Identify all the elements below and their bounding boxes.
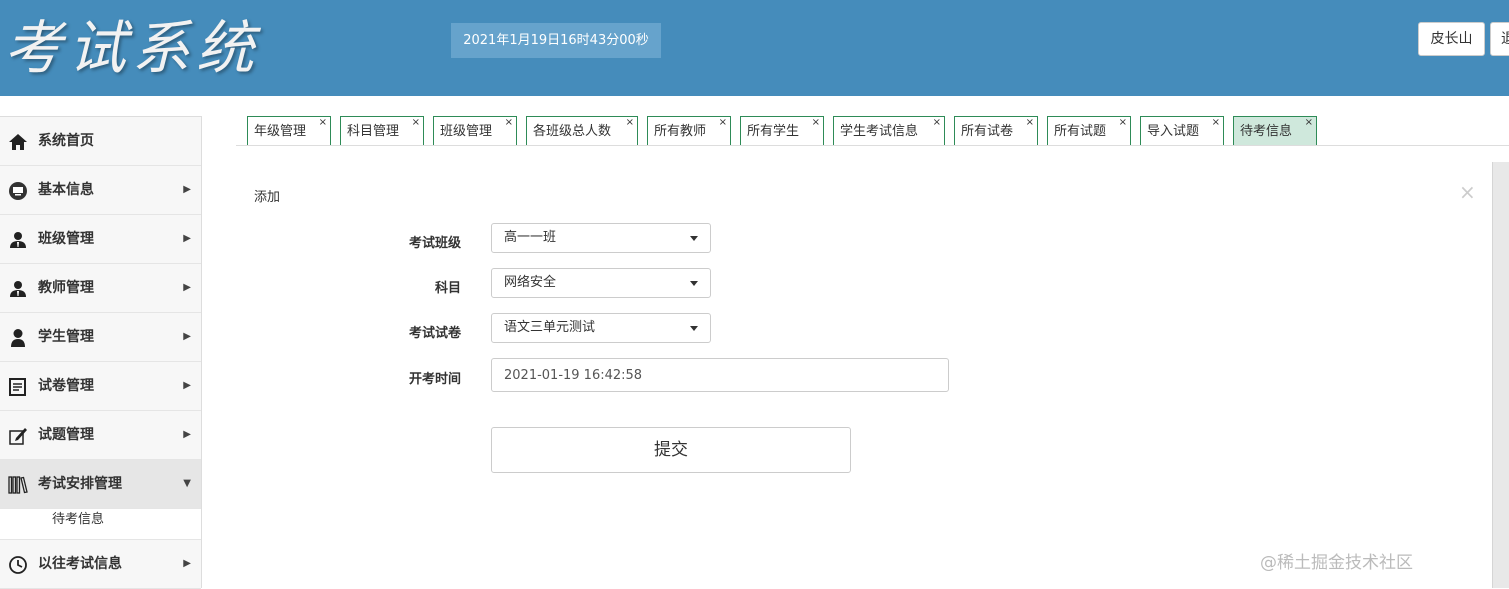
caret-down-icon [690, 281, 698, 286]
sidebar-item-basic-info[interactable]: 基本信息 ▶ [0, 166, 201, 215]
app-logo: 考试系统 [4, 14, 261, 82]
logout-button[interactable]: 退 [1490, 22, 1509, 56]
chevron-right-icon: ▶ [183, 233, 191, 244]
close-icon[interactable]: × [1305, 108, 1313, 138]
sidebar-item-label: 学生管理 [38, 329, 94, 345]
close-icon[interactable]: × [1459, 180, 1476, 204]
tab-label: 科目管理 [347, 124, 400, 139]
subject-label: 科目 [434, 281, 461, 296]
tab-label: 所有学生 [747, 124, 800, 139]
tab-all-students[interactable]: 所有学生 × [740, 116, 824, 146]
tab-label: 所有试题 [1054, 124, 1107, 139]
sidebar-item-label: 班级管理 [38, 231, 94, 247]
panel-title: 添加 [254, 190, 281, 205]
chevron-right-icon: ▶ [183, 380, 191, 391]
tab-import-questions[interactable]: 导入试题 × [1140, 116, 1224, 146]
close-icon[interactable]: × [1212, 108, 1220, 138]
exam-paper-value: 语文三单元测试 [504, 320, 596, 335]
subject-select[interactable]: 网络安全 [491, 268, 711, 298]
caret-down-icon [690, 326, 698, 331]
tab-all-papers[interactable]: 所有试卷 × [954, 116, 1038, 146]
tab-label: 所有试卷 [961, 124, 1014, 139]
chevron-down-icon: ▼ [183, 478, 191, 489]
chevron-right-icon: ▶ [183, 184, 191, 195]
tab-subject-management[interactable]: 科目管理 × [340, 116, 424, 146]
sidebar-item-label: 考试安排管理 [38, 476, 122, 492]
sidebar-item-question-management[interactable]: 试题管理 ▶ [0, 411, 201, 460]
tab-bar: 年级管理 × 科目管理 × 班级管理 × 各班级总人数 × 所有教师 × 所有学生 × 学生… [246, 116, 1509, 146]
user-tie-icon [10, 232, 26, 248]
close-icon[interactable]: × [719, 108, 727, 138]
caret-down-icon [690, 236, 698, 241]
tab-all-questions[interactable]: 所有试题 × [1047, 116, 1131, 146]
close-icon[interactable]: × [505, 108, 513, 138]
close-icon[interactable]: × [319, 108, 327, 138]
close-icon[interactable]: × [933, 108, 941, 138]
tab-divider [236, 145, 1509, 146]
sidebar-subitem-pending-exams[interactable]: 待考信息 [0, 509, 201, 540]
exam-paper-label: 考试试卷 [408, 326, 461, 341]
sidebar-item-teacher-management[interactable]: 教师管理 ▶ [0, 264, 201, 313]
close-icon[interactable]: × [1119, 108, 1127, 138]
tab-label: 年级管理 [254, 124, 307, 139]
exam-class-value: 高一一班 [504, 230, 557, 245]
chevron-right-icon: ▶ [183, 282, 191, 293]
close-icon[interactable]: × [626, 108, 634, 138]
edit-icon [9, 428, 27, 445]
sidebar-item-class-management[interactable]: 班级管理 ▶ [0, 215, 201, 264]
start-time-label: 开考时间 [408, 372, 461, 387]
chevron-right-icon: ▶ [183, 558, 191, 569]
exam-class-select[interactable]: 高一一班 [491, 223, 711, 253]
sidebar: 系统首页 基本信息 ▶ 班级管理 ▶ 教师管理 ▶ 学生管理 ▶ 试卷管理 ▶ … [0, 116, 202, 589]
sidebar-item-past-exams[interactable]: 以往考试信息 ▶ [0, 540, 201, 589]
panel-scrollbar[interactable] [1492, 162, 1509, 588]
monitor-icon [9, 182, 27, 200]
tab-all-teachers[interactable]: 所有教师 × [647, 116, 731, 146]
start-time-input[interactable] [491, 358, 949, 392]
tab-label: 所有教师 [654, 124, 707, 139]
tab-label: 班级管理 [440, 124, 493, 139]
clock-icon [9, 556, 27, 574]
tab-label: 学生考试信息 [840, 124, 919, 139]
tab-student-exam-info[interactable]: 学生考试信息 × [833, 116, 945, 146]
user-button[interactable]: 皮长山 [1418, 22, 1485, 56]
user-icon [11, 329, 25, 347]
sidebar-item-label: 试题管理 [38, 427, 94, 443]
home-icon [9, 134, 27, 150]
sidebar-item-label: 以往考试信息 [38, 556, 122, 572]
sidebar-item-label: 试卷管理 [38, 378, 94, 394]
sidebar-item-label: 基本信息 [38, 182, 94, 198]
close-icon[interactable]: × [1026, 108, 1034, 138]
tab-label: 导入试题 [1147, 124, 1200, 139]
tab-label: 各班级总人数 [533, 124, 612, 139]
sidebar-item-exam-arrangement[interactable]: 考试安排管理 ▼ [0, 460, 201, 509]
close-icon[interactable]: × [412, 108, 420, 138]
sidebar-item-paper-management[interactable]: 试卷管理 ▶ [0, 362, 201, 411]
tab-class-totals[interactable]: 各班级总人数 × [526, 116, 638, 146]
watermark: @稀土掘金技术社区 [1260, 553, 1413, 573]
user-tie-icon [10, 281, 26, 297]
tab-label: 待考信息 [1240, 124, 1293, 139]
close-icon[interactable]: × [812, 108, 820, 138]
sidebar-item-student-management[interactable]: 学生管理 ▶ [0, 313, 201, 362]
sidebar-item-label: 系统首页 [38, 133, 94, 149]
exam-paper-select[interactable]: 语文三单元测试 [491, 313, 711, 343]
document-icon [9, 378, 26, 396]
chevron-right-icon: ▶ [183, 331, 191, 342]
current-time: 2021年1月19日16时43分00秒 [451, 23, 661, 58]
tab-pending-exams[interactable]: 待考信息 × [1233, 116, 1317, 146]
sidebar-item-label: 教师管理 [38, 280, 94, 296]
tab-grade-management[interactable]: 年级管理 × [247, 116, 331, 146]
exam-class-label: 考试班级 [408, 236, 461, 251]
app-header: 考试系统 2021年1月19日16时43分00秒 皮长山 退 [0, 0, 1509, 96]
subject-value: 网络安全 [504, 275, 557, 290]
tab-class-management[interactable]: 班级管理 × [433, 116, 517, 146]
submit-button[interactable]: 提交 [491, 427, 851, 473]
sidebar-item-home[interactable]: 系统首页 [0, 117, 201, 166]
books-icon [8, 476, 28, 494]
chevron-right-icon: ▶ [183, 429, 191, 440]
